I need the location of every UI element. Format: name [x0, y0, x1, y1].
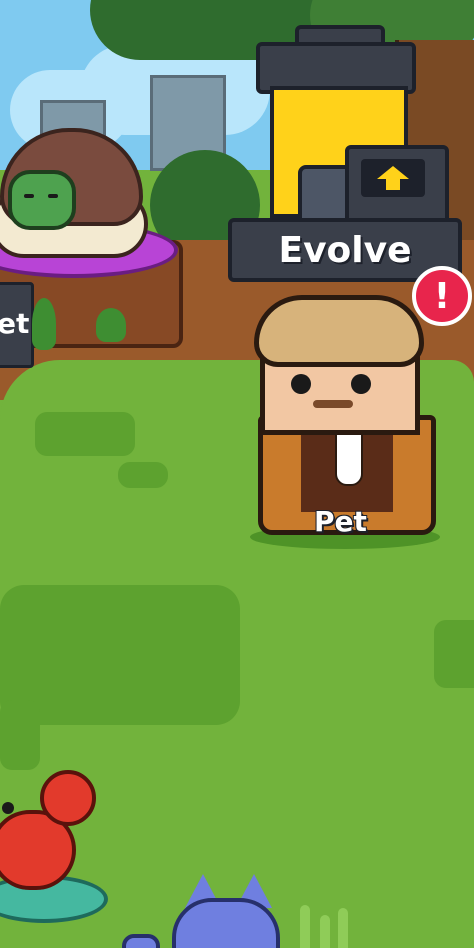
- crab-claw: [40, 770, 96, 826]
- grass-patch: [118, 462, 168, 488]
- turtle-eye: [24, 194, 34, 198]
- grass-patch: [0, 700, 40, 770]
- leaf: [96, 308, 126, 342]
- cat-head[interactable]: [172, 898, 280, 948]
- pen-sign[interactable]: et: [0, 282, 34, 368]
- crab-eye: [2, 802, 14, 814]
- pet-mustache: [313, 400, 353, 408]
- pet-name-label: Pet: [314, 505, 367, 538]
- pet-eye: [351, 374, 371, 394]
- pet-eye: [291, 374, 311, 394]
- turtle-eye: [48, 194, 58, 198]
- grass-patch: [434, 620, 474, 688]
- arrow-display: [361, 159, 425, 197]
- grass-tuft: [300, 905, 310, 948]
- cat-tail: [122, 934, 160, 948]
- pet-tie: [335, 428, 363, 486]
- evolve-label: Evolve: [278, 229, 412, 271]
- turtle-head: [8, 170, 76, 230]
- pen-sign-label: et: [0, 307, 30, 340]
- grass-tuft: [338, 908, 348, 948]
- grass-tuft: [320, 915, 330, 948]
- game-scene: et Evolve ! Pet: [0, 0, 474, 948]
- grass-patch: [35, 412, 135, 456]
- pet-hat: [254, 295, 424, 367]
- up-arrow-icon: [377, 166, 409, 190]
- leaf: [32, 298, 56, 350]
- machine-screen: [345, 145, 449, 227]
- pet-character[interactable]: Pet: [250, 295, 440, 550]
